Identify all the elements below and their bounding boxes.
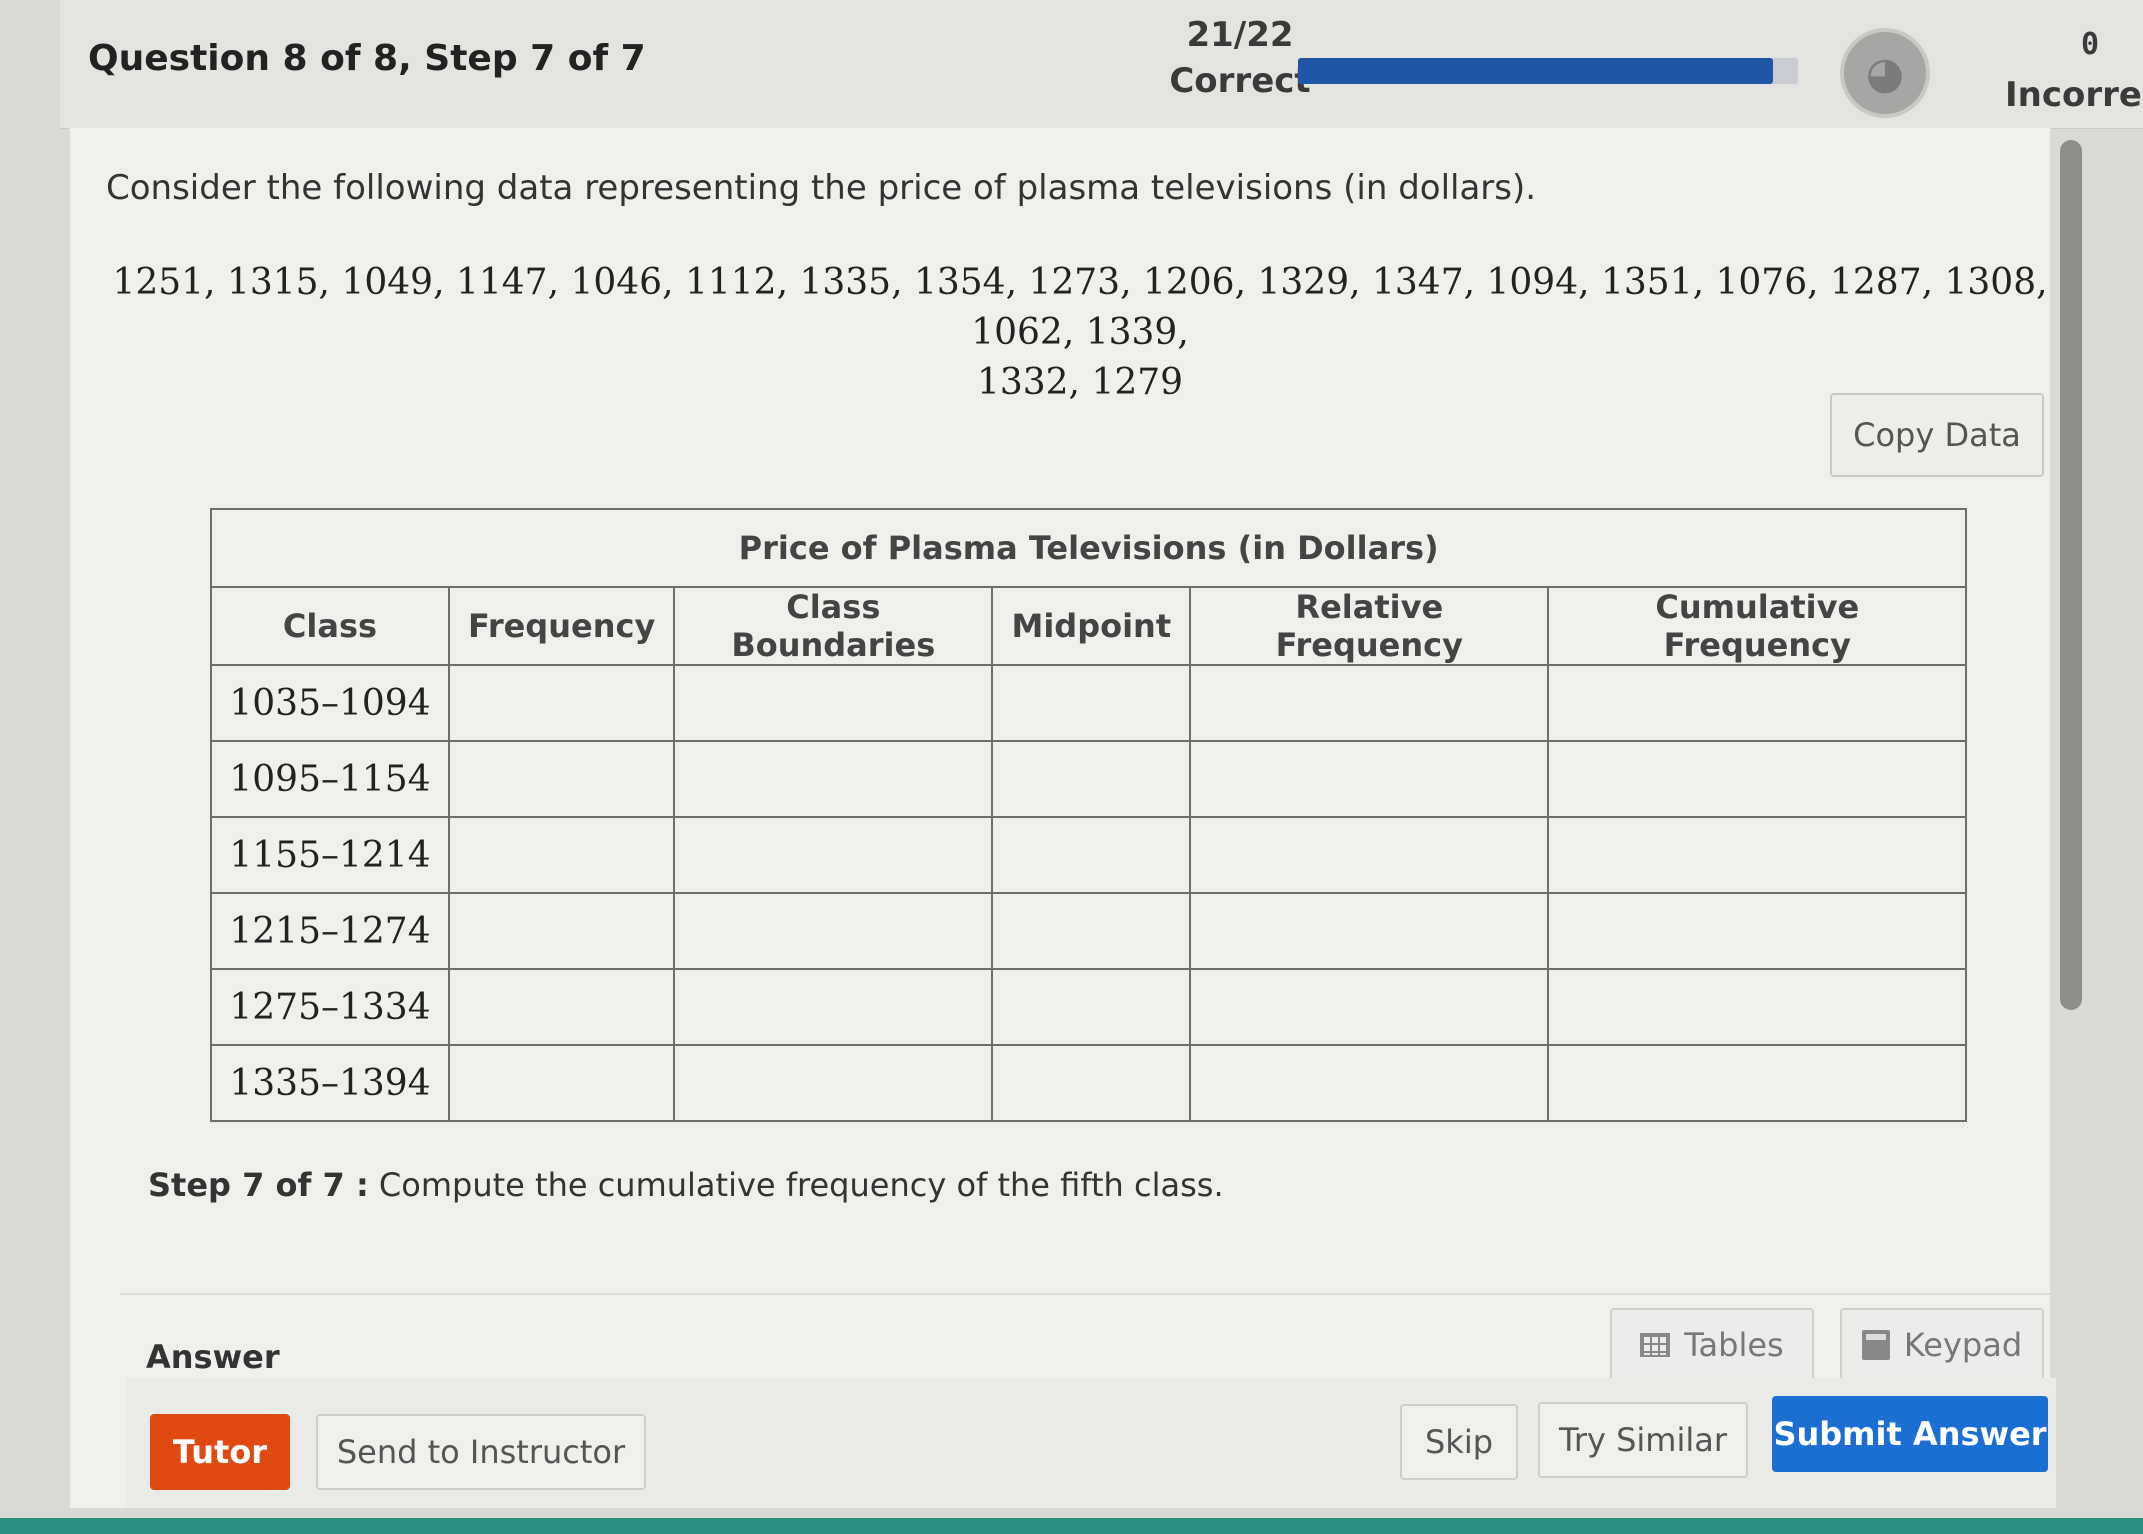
boundaries-cell: [673, 664, 994, 742]
step-instruction: Step 7 of 7 : Compute the cumulative fre…: [148, 1166, 1224, 1204]
header-frequency: Frequency: [447, 586, 676, 666]
problem-intro: Consider the following data representing…: [106, 168, 1537, 208]
tutor-button[interactable]: Tutor: [150, 1414, 290, 1490]
copy-data-button[interactable]: Copy Data: [1830, 393, 2044, 477]
cumulative-frequency-cell: [1547, 740, 1968, 818]
midpoint-cell: [991, 816, 1192, 894]
midpoint-cell: [991, 1044, 1192, 1122]
score-fraction: 21/22: [1186, 15, 1294, 55]
cumulative-frequency-cell: [1547, 816, 1968, 894]
header-class-boundaries: Class Boundaries: [673, 586, 994, 666]
table-title: Price of Plasma Televisions (in Dollars): [209, 508, 1968, 588]
table-row: 1335–1394: [210, 1044, 1968, 1122]
progress-fill: [1298, 58, 1773, 84]
header-class: Class: [210, 586, 450, 666]
midpoint-cell: [991, 892, 1192, 970]
frequency-cell: [447, 664, 676, 742]
header-cumulative-frequency: Cumulative Frequency: [1547, 586, 1968, 666]
frequency-cell: [447, 968, 676, 1046]
frequency-cell: [447, 816, 676, 894]
frequency-cell: [447, 1044, 676, 1122]
data-line-2: 1332, 1279: [976, 362, 1184, 403]
try-similar-button[interactable]: Try Similar: [1538, 1402, 1748, 1478]
boundaries-cell: [673, 968, 994, 1046]
midpoint-cell: [991, 740, 1192, 818]
boundaries-cell: [673, 816, 994, 894]
cumulative-frequency-cell: [1547, 968, 1968, 1046]
header-bar: Question 8 of 8, Step 7 of 7 21/22 Corre…: [60, 0, 2143, 129]
progress-bar: [1298, 58, 1798, 84]
table-row: 1095–1154: [210, 740, 1968, 818]
cumulative-frequency-cell: [1547, 1044, 1968, 1122]
cumulative-frequency-cell: [1547, 892, 1968, 970]
submit-answer-button[interactable]: Submit Answer: [1772, 1396, 2048, 1472]
relative-frequency-cell: [1189, 892, 1550, 970]
scrollbar[interactable]: [2060, 140, 2082, 1010]
table-row: 1215–1274: [210, 892, 1968, 970]
keypad-button-label: Keypad: [1903, 1326, 2023, 1364]
boundaries-cell: [673, 740, 994, 818]
midpoint-cell: [991, 664, 1192, 742]
keypad-button[interactable]: Keypad: [1840, 1308, 2044, 1380]
question-title: Question 8 of 8, Step 7 of 7: [88, 38, 646, 79]
data-line-1: 1251, 1315, 1049, 1147, 1046, 1112, 1335…: [112, 262, 2048, 353]
boundaries-cell: [673, 1044, 994, 1122]
relative-frequency-cell: [1189, 1044, 1550, 1122]
calculator-icon: [1861, 1330, 1890, 1360]
relative-frequency-cell: [1189, 968, 1550, 1046]
step-text: Compute the cumulative frequency of the …: [378, 1166, 1224, 1204]
send-to-instructor-button[interactable]: Send to Instructor: [316, 1414, 646, 1490]
relative-frequency-cell: [1189, 740, 1550, 818]
table-row: 1155–1214: [210, 816, 1968, 894]
skip-button[interactable]: Skip: [1400, 1404, 1518, 1480]
table-row: 1035–1094: [210, 664, 1968, 742]
tables-button[interactable]: Tables: [1610, 1308, 1814, 1380]
class-cell: 1275–1334: [210, 968, 450, 1046]
frequency-cell: [447, 892, 676, 970]
divider: [120, 1293, 2050, 1295]
class-cell: 1035–1094: [210, 664, 450, 742]
frequency-cell: [447, 740, 676, 818]
table-row: 1275–1334: [210, 968, 1968, 1046]
table-icon: [1640, 1333, 1671, 1357]
score-label: Correct: [1169, 61, 1311, 101]
step-label: Step 7 of 7 :: [148, 1166, 369, 1204]
table-header-row: Class Frequency Class Boundaries Midpoin…: [210, 586, 1968, 666]
class-cell: 1215–1274: [210, 892, 450, 970]
correct-score: 21/22 Correct: [1160, 12, 1320, 104]
incorrect-count: 0: [2080, 27, 2100, 62]
answer-label: Answer: [146, 1338, 280, 1376]
class-cell: 1095–1154: [210, 740, 450, 818]
cumulative-frequency-cell: [1547, 664, 1968, 742]
incorrect-score: 0 Incorrect: [2005, 20, 2143, 120]
class-cell: 1155–1214: [210, 816, 450, 894]
bottom-strip: [0, 1518, 2143, 1534]
boundaries-cell: [673, 892, 994, 970]
hint-icon[interactable]: ◕: [1840, 28, 1930, 118]
question-panel: Consider the following data representing…: [70, 128, 2056, 1508]
class-cell: 1335–1394: [210, 1044, 450, 1122]
frequency-table: Price of Plasma Televisions (in Dollars)…: [209, 508, 1968, 1122]
header-midpoint: Midpoint: [991, 586, 1192, 666]
midpoint-cell: [991, 968, 1192, 1046]
incorrect-label: Incorrect: [2005, 75, 2143, 115]
header-relative-frequency: Relative Frequency: [1189, 586, 1550, 666]
relative-frequency-cell: [1189, 816, 1550, 894]
data-values: 1251, 1315, 1049, 1147, 1046, 1112, 1335…: [110, 258, 2050, 408]
relative-frequency-cell: [1189, 664, 1550, 742]
tables-button-label: Tables: [1684, 1326, 1784, 1364]
